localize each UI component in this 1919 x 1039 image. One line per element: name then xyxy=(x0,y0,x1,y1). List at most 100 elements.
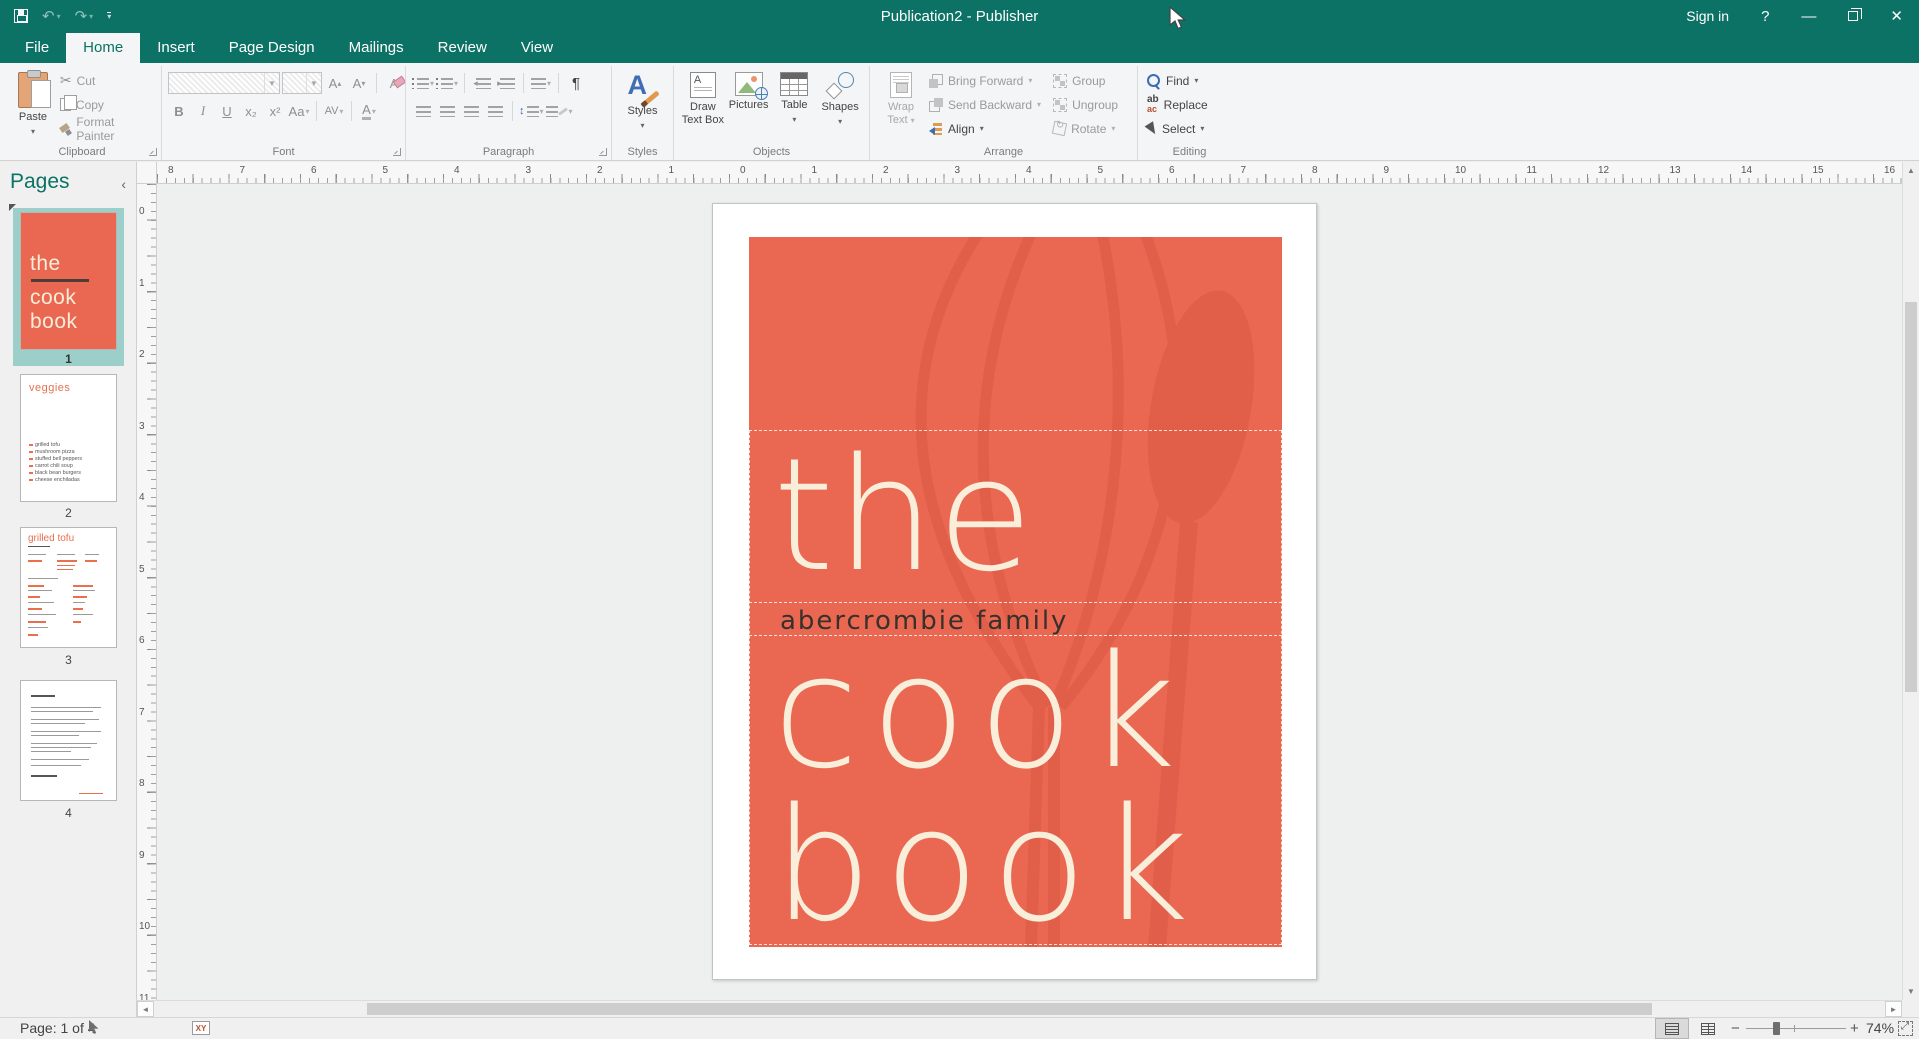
tab-file[interactable]: File xyxy=(8,33,66,63)
clipboard-dialog-launcher[interactable] xyxy=(149,148,157,156)
redo-button[interactable]: ↷▾ xyxy=(75,7,94,25)
paste-button[interactable]: Paste ▾ xyxy=(9,68,57,140)
format-painter-button[interactable]: Format Painter xyxy=(57,118,155,139)
minimize-button[interactable]: — xyxy=(1785,0,1832,32)
paragraph-fill-button[interactable]: ▾ xyxy=(546,100,573,122)
zoom-level[interactable]: 74% xyxy=(1866,1020,1894,1036)
font-name-combo[interactable]: ▼ xyxy=(168,72,280,94)
vertical-scrollbar[interactable]: ▲ ▼ xyxy=(1902,162,1919,1000)
close-button[interactable]: ✕ xyxy=(1874,0,1919,32)
scroll-up-icon[interactable]: ▲ xyxy=(1903,162,1919,179)
styles-button[interactable]: A Styles ▾ xyxy=(618,68,667,140)
page-indicator[interactable]: Page: 1 of 4 xyxy=(20,1020,96,1036)
copy-button[interactable]: Copy xyxy=(57,94,155,115)
page-thumbnail-2[interactable]: veggies grilled tofumushroom pizzastuffe… xyxy=(20,374,117,502)
cover-background[interactable]: the abercrombie family cook book xyxy=(749,237,1282,947)
tab-insert[interactable]: Insert xyxy=(140,33,212,63)
single-page-view-button[interactable] xyxy=(1655,1018,1689,1039)
help-button[interactable]: ? xyxy=(1745,0,1785,32)
page-number-1[interactable]: 1 xyxy=(13,352,124,366)
tab-view[interactable]: View xyxy=(504,33,570,63)
horizontal-scrollbar-thumb[interactable] xyxy=(367,1003,1652,1015)
page-number-4[interactable]: 4 xyxy=(13,806,124,820)
pictures-button[interactable]: Pictures xyxy=(726,68,772,140)
wrap-text-button[interactable]: WrapText ▾ xyxy=(876,68,926,140)
bullets-button[interactable]: ▾ xyxy=(412,72,434,94)
send-backward-button[interactable]: Send Backward▾ xyxy=(926,94,1044,115)
line-spacing-button[interactable]: ↕▾ xyxy=(519,100,544,122)
horizontal-scrollbar[interactable]: ◄ ► xyxy=(137,1000,1902,1017)
columns-button[interactable]: ▾ xyxy=(530,72,552,94)
align-right-button[interactable] xyxy=(460,100,482,122)
underline-button[interactable]: U xyxy=(216,100,238,122)
table-button[interactable]: Table ▾ xyxy=(772,68,818,140)
zoom-slider-thumb[interactable] xyxy=(1773,1022,1780,1035)
hruler-number: 2 xyxy=(597,165,603,176)
align-center-button[interactable] xyxy=(436,100,458,122)
fit-page-button[interactable] xyxy=(1898,1021,1913,1036)
scroll-right-icon[interactable]: ► xyxy=(1885,1001,1902,1017)
two-page-view-button[interactable] xyxy=(1693,1018,1723,1039)
replace-button[interactable]: abacReplace xyxy=(1144,94,1211,115)
cut-button[interactable]: ✂Cut xyxy=(57,70,155,91)
select-button[interactable]: Select▾ xyxy=(1144,118,1211,139)
cover-title-book[interactable]: book xyxy=(773,787,1201,943)
decrease-indent-button[interactable]: ◂ xyxy=(471,72,493,94)
font-dialog-launcher[interactable] xyxy=(393,148,401,156)
cover-title-cook[interactable]: cook xyxy=(773,634,1188,790)
change-case-button[interactable]: Aa▾ xyxy=(288,100,310,122)
scroll-down-icon[interactable]: ▼ xyxy=(1903,983,1919,1000)
undo-button[interactable]: ↶▾ xyxy=(42,7,61,25)
rotate-button[interactable]: Rotate▾ xyxy=(1050,118,1121,139)
tab-home[interactable]: Home xyxy=(66,33,140,63)
publication-page[interactable]: the abercrombie family cook book xyxy=(712,203,1317,980)
shapes-button[interactable]: Shapes ▾ xyxy=(817,68,863,140)
ungroup-button[interactable]: Ungroup xyxy=(1050,94,1121,115)
clear-formatting-button[interactable]: A xyxy=(383,72,405,94)
subscript-button[interactable]: x₂ xyxy=(240,100,262,122)
superscript-button[interactable]: x² xyxy=(264,100,286,122)
draw-text-box-button[interactable]: A DrawText Box xyxy=(680,68,726,140)
tab-review[interactable]: Review xyxy=(421,33,504,63)
font-color-button[interactable]: A▾ xyxy=(358,100,380,122)
vertical-scrollbar-thumb[interactable] xyxy=(1905,302,1917,692)
tab-mailings[interactable]: Mailings xyxy=(332,33,421,63)
bold-button[interactable]: B xyxy=(168,100,190,122)
page-number-3[interactable]: 3 xyxy=(13,653,124,667)
find-button[interactable]: Find▾ xyxy=(1144,70,1211,91)
justify-button[interactable] xyxy=(484,100,506,122)
scroll-left-icon[interactable]: ◄ xyxy=(137,1001,154,1017)
align-left-button[interactable] xyxy=(412,100,434,122)
paragraph-dialog-launcher[interactable] xyxy=(599,148,607,156)
customize-qat-button[interactable]: ▾ xyxy=(107,12,111,21)
page-number-2[interactable]: 2 xyxy=(13,506,124,520)
zoom-in-button[interactable]: + xyxy=(1850,1020,1859,1037)
save-button[interactable] xyxy=(14,9,28,23)
numbering-button[interactable]: ▾ xyxy=(436,72,458,94)
vertical-ruler[interactable]: 01234567891011 xyxy=(137,184,157,1000)
columns-icon xyxy=(531,78,546,89)
horizontal-ruler[interactable]: 87654321012345678910111213141516 xyxy=(157,162,1902,184)
bring-forward-button[interactable]: Bring Forward▾ xyxy=(926,70,1044,91)
grow-font-button[interactable]: A▴ xyxy=(324,72,346,94)
align-button[interactable]: Align▾ xyxy=(926,118,1044,139)
canvas[interactable]: the abercrombie family cook book xyxy=(157,184,1902,1000)
italic-button[interactable]: I xyxy=(192,100,214,122)
increase-indent-button[interactable]: ▸ xyxy=(495,72,517,94)
font-size-combo[interactable]: ▼ xyxy=(282,72,322,94)
shrink-font-button[interactable]: A▾ xyxy=(348,72,370,94)
tab-page-design[interactable]: Page Design xyxy=(212,33,332,63)
zoom-out-button[interactable]: − xyxy=(1731,1020,1740,1037)
group-button[interactable]: Group xyxy=(1050,70,1121,91)
show-formatting-marks-button[interactable]: ¶ xyxy=(565,72,587,94)
restore-button[interactable] xyxy=(1832,0,1874,32)
cover-title-the[interactable]: the xyxy=(773,437,1035,593)
zoom-slider-track[interactable] xyxy=(1746,1028,1846,1029)
page-thumbnail-3[interactable]: grilled tofu xyxy=(20,527,117,648)
object-position-indicator[interactable]: XY xyxy=(192,1021,210,1035)
page-thumbnail-4[interactable] xyxy=(20,680,117,801)
sign-in-button[interactable]: Sign in xyxy=(1670,0,1745,32)
character-spacing-button[interactable]: AV▾ xyxy=(323,100,345,122)
page-thumbnail-1[interactable]: the cook book xyxy=(20,212,117,350)
pages-panel-collapse-icon[interactable]: ‹ xyxy=(121,176,126,192)
